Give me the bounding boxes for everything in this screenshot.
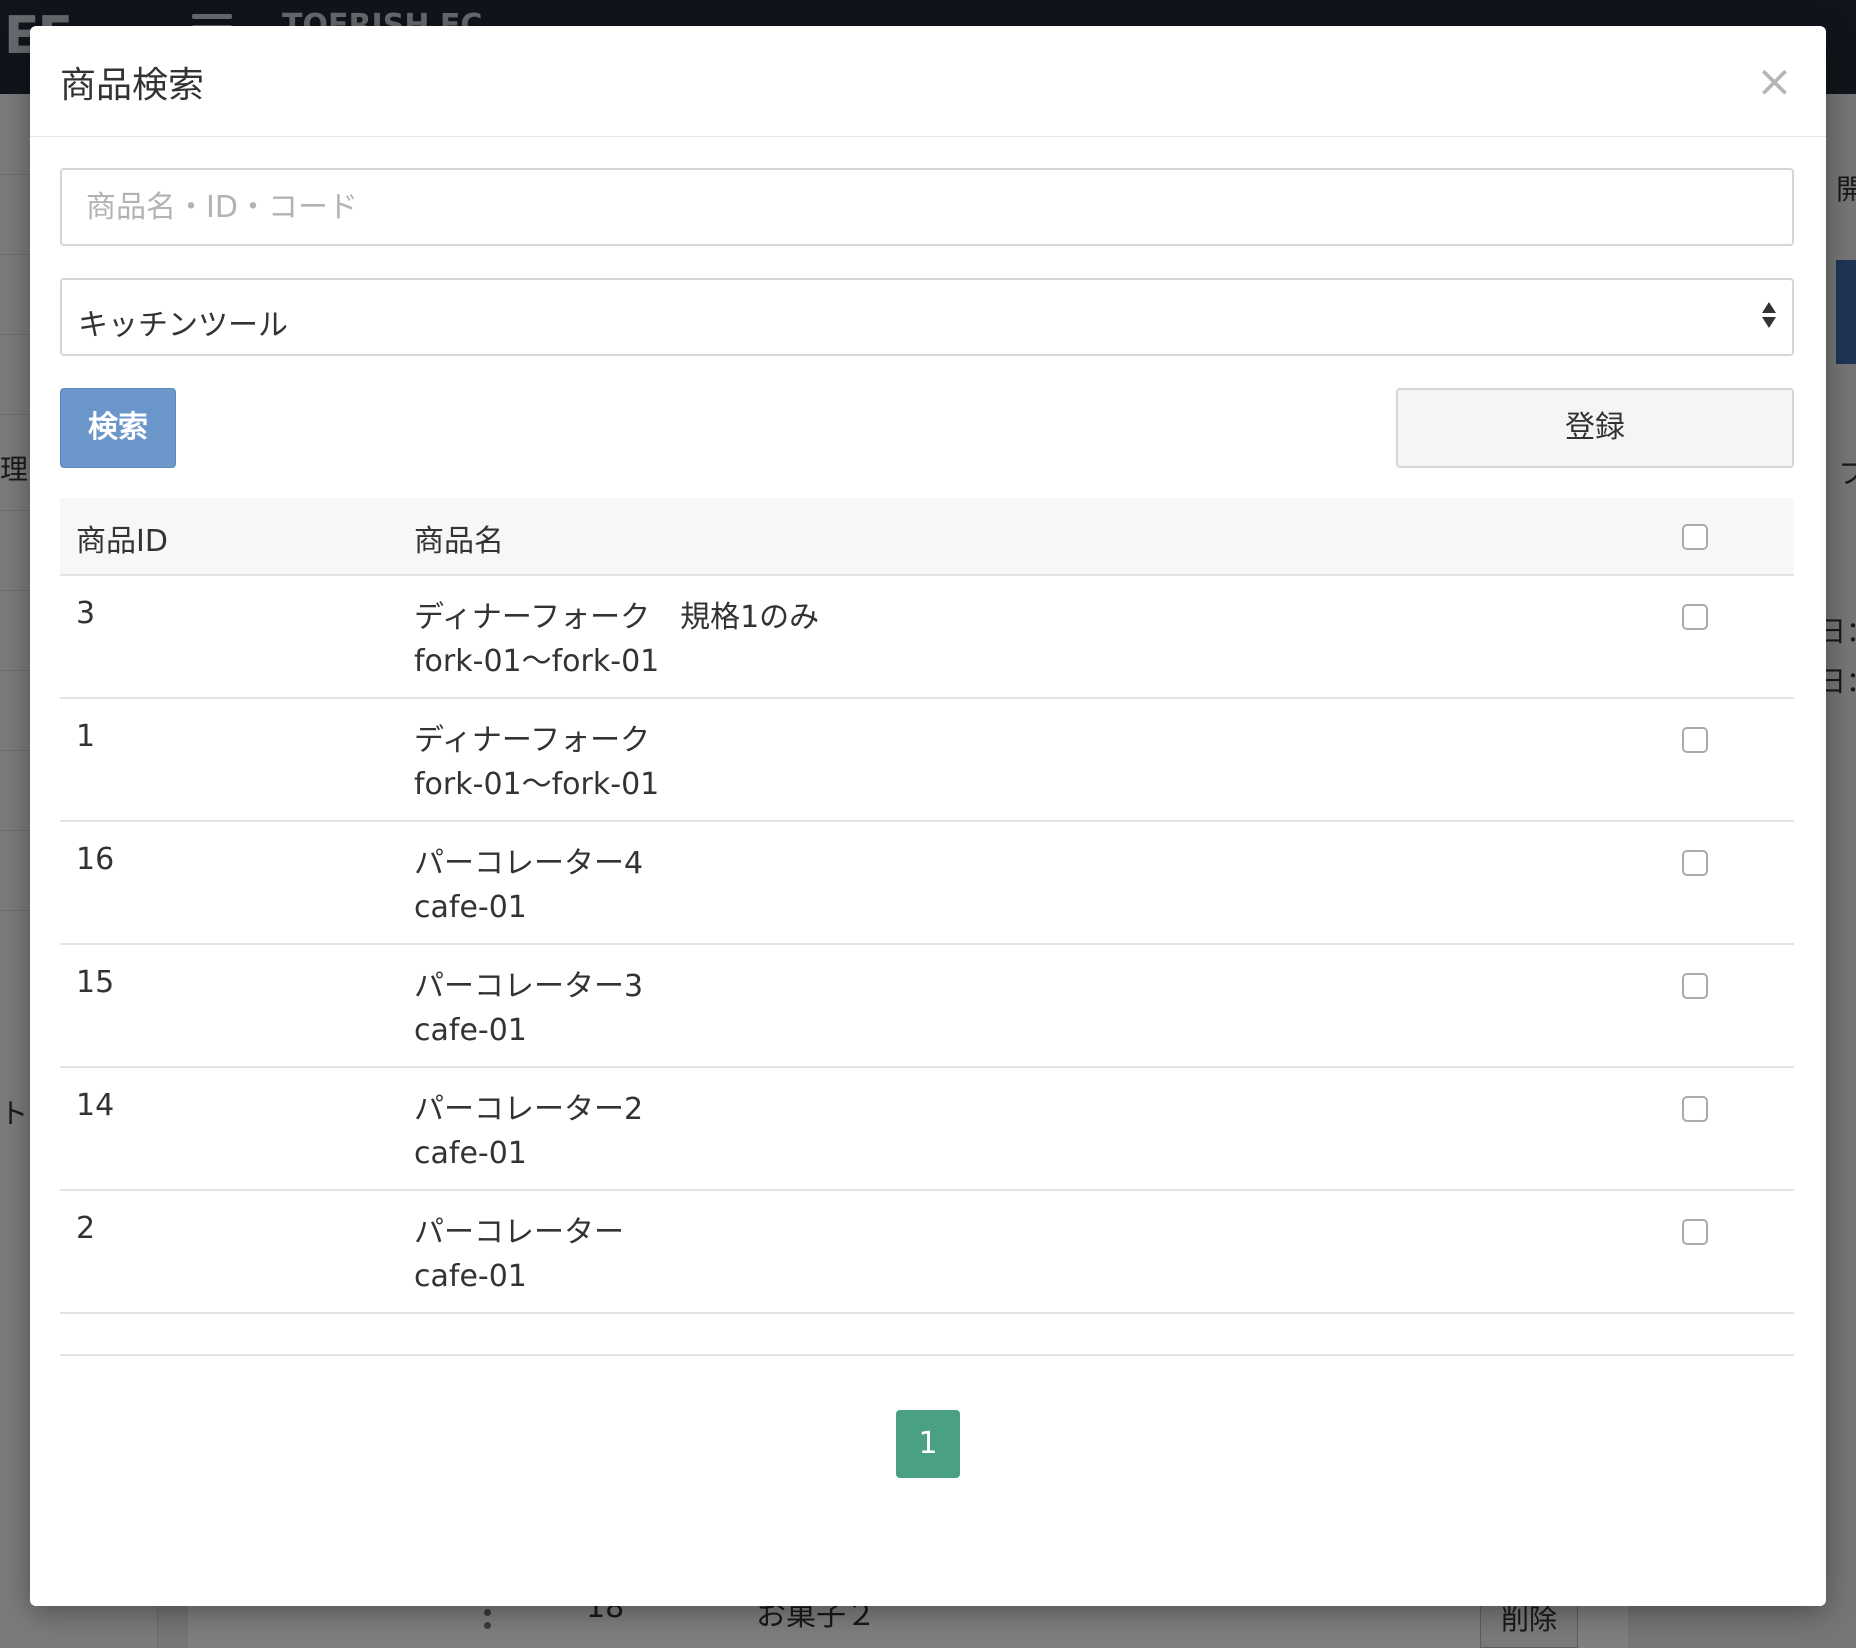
select-all-checkbox[interactable] xyxy=(1682,524,1708,550)
select-arrows-icon xyxy=(1762,302,1778,328)
search-button[interactable]: 検索 xyxy=(60,388,176,468)
product-id: 2 xyxy=(76,1211,96,1246)
product-code: fork-01〜fork-01 xyxy=(414,767,660,802)
product-id: 14 xyxy=(76,1088,115,1123)
table-row: 3 ディナーフォーク 規格1のみ fork-01〜fork-01 xyxy=(60,576,1794,699)
search-input[interactable] xyxy=(60,168,1794,246)
table-row: 14 パーコレーター2 cafe-01 xyxy=(60,1068,1794,1191)
row-checkbox[interactable] xyxy=(1682,727,1708,753)
table-header: 商品ID 商品名 xyxy=(60,498,1794,576)
table-footer xyxy=(60,1314,1794,1356)
modal-title: 商品検索 xyxy=(60,65,205,106)
row-checkbox[interactable] xyxy=(1682,850,1708,876)
row-checkbox[interactable] xyxy=(1682,1219,1708,1245)
row-checkbox[interactable] xyxy=(1682,604,1708,630)
table-row: 2 パーコレーター cafe-01 xyxy=(60,1191,1794,1314)
product-id: 3 xyxy=(76,596,96,631)
product-id: 16 xyxy=(76,842,115,877)
product-id: 1 xyxy=(76,719,96,754)
table-row: 1 ディナーフォーク fork-01〜fork-01 xyxy=(60,699,1794,822)
row-checkbox[interactable] xyxy=(1682,973,1708,999)
product-name: ディナーフォーク 規格1のみ xyxy=(414,600,820,635)
column-header-product-id: 商品ID xyxy=(76,524,168,559)
row-checkbox[interactable] xyxy=(1682,1096,1708,1122)
product-name-cell: パーコレーター2 cafe-01 xyxy=(414,1088,643,1176)
close-icon[interactable]: × xyxy=(1756,60,1793,104)
product-name: ディナーフォーク xyxy=(414,723,651,758)
product-name-cell: パーコレーター3 cafe-01 xyxy=(414,965,643,1053)
product-code: cafe-01 xyxy=(414,1013,527,1048)
product-id: 15 xyxy=(76,965,115,1000)
register-button[interactable]: 登録 xyxy=(1396,388,1794,468)
product-name: パーコレーター4 xyxy=(414,846,644,881)
category-selected-value: キッチンツール xyxy=(78,308,288,343)
product-name-cell: パーコレーター cafe-01 xyxy=(414,1211,624,1299)
table-row: 15 パーコレーター3 cafe-01 xyxy=(60,945,1794,1068)
modal-header: 商品検索 × xyxy=(30,26,1826,137)
product-code: cafe-01 xyxy=(414,1136,527,1171)
table-row: 16 パーコレーター4 cafe-01 xyxy=(60,822,1794,945)
product-code: cafe-01 xyxy=(414,890,527,925)
product-search-modal: 商品検索 × キッチンツール 検索 登録 商品ID 商品名 3 ディナーフォーク… xyxy=(30,26,1826,1606)
results-table: 商品ID 商品名 3 ディナーフォーク 規格1のみ fork-01〜fork-0… xyxy=(60,498,1794,1356)
product-name: パーコレーター2 xyxy=(414,1092,644,1127)
product-name: パーコレーター xyxy=(414,1215,624,1250)
product-name-cell: ディナーフォーク 規格1のみ fork-01〜fork-01 xyxy=(414,596,819,684)
product-name-cell: パーコレーター4 cafe-01 xyxy=(414,842,643,930)
product-name-cell: ディナーフォーク fork-01〜fork-01 xyxy=(414,719,659,807)
product-code: fork-01〜fork-01 xyxy=(414,644,660,679)
product-name: パーコレーター3 xyxy=(414,969,644,1004)
category-select[interactable]: キッチンツール xyxy=(60,278,1794,356)
column-header-product-name: 商品名 xyxy=(414,524,504,559)
pagination-page-button[interactable]: 1 xyxy=(896,1410,960,1478)
product-code: cafe-01 xyxy=(414,1259,527,1294)
